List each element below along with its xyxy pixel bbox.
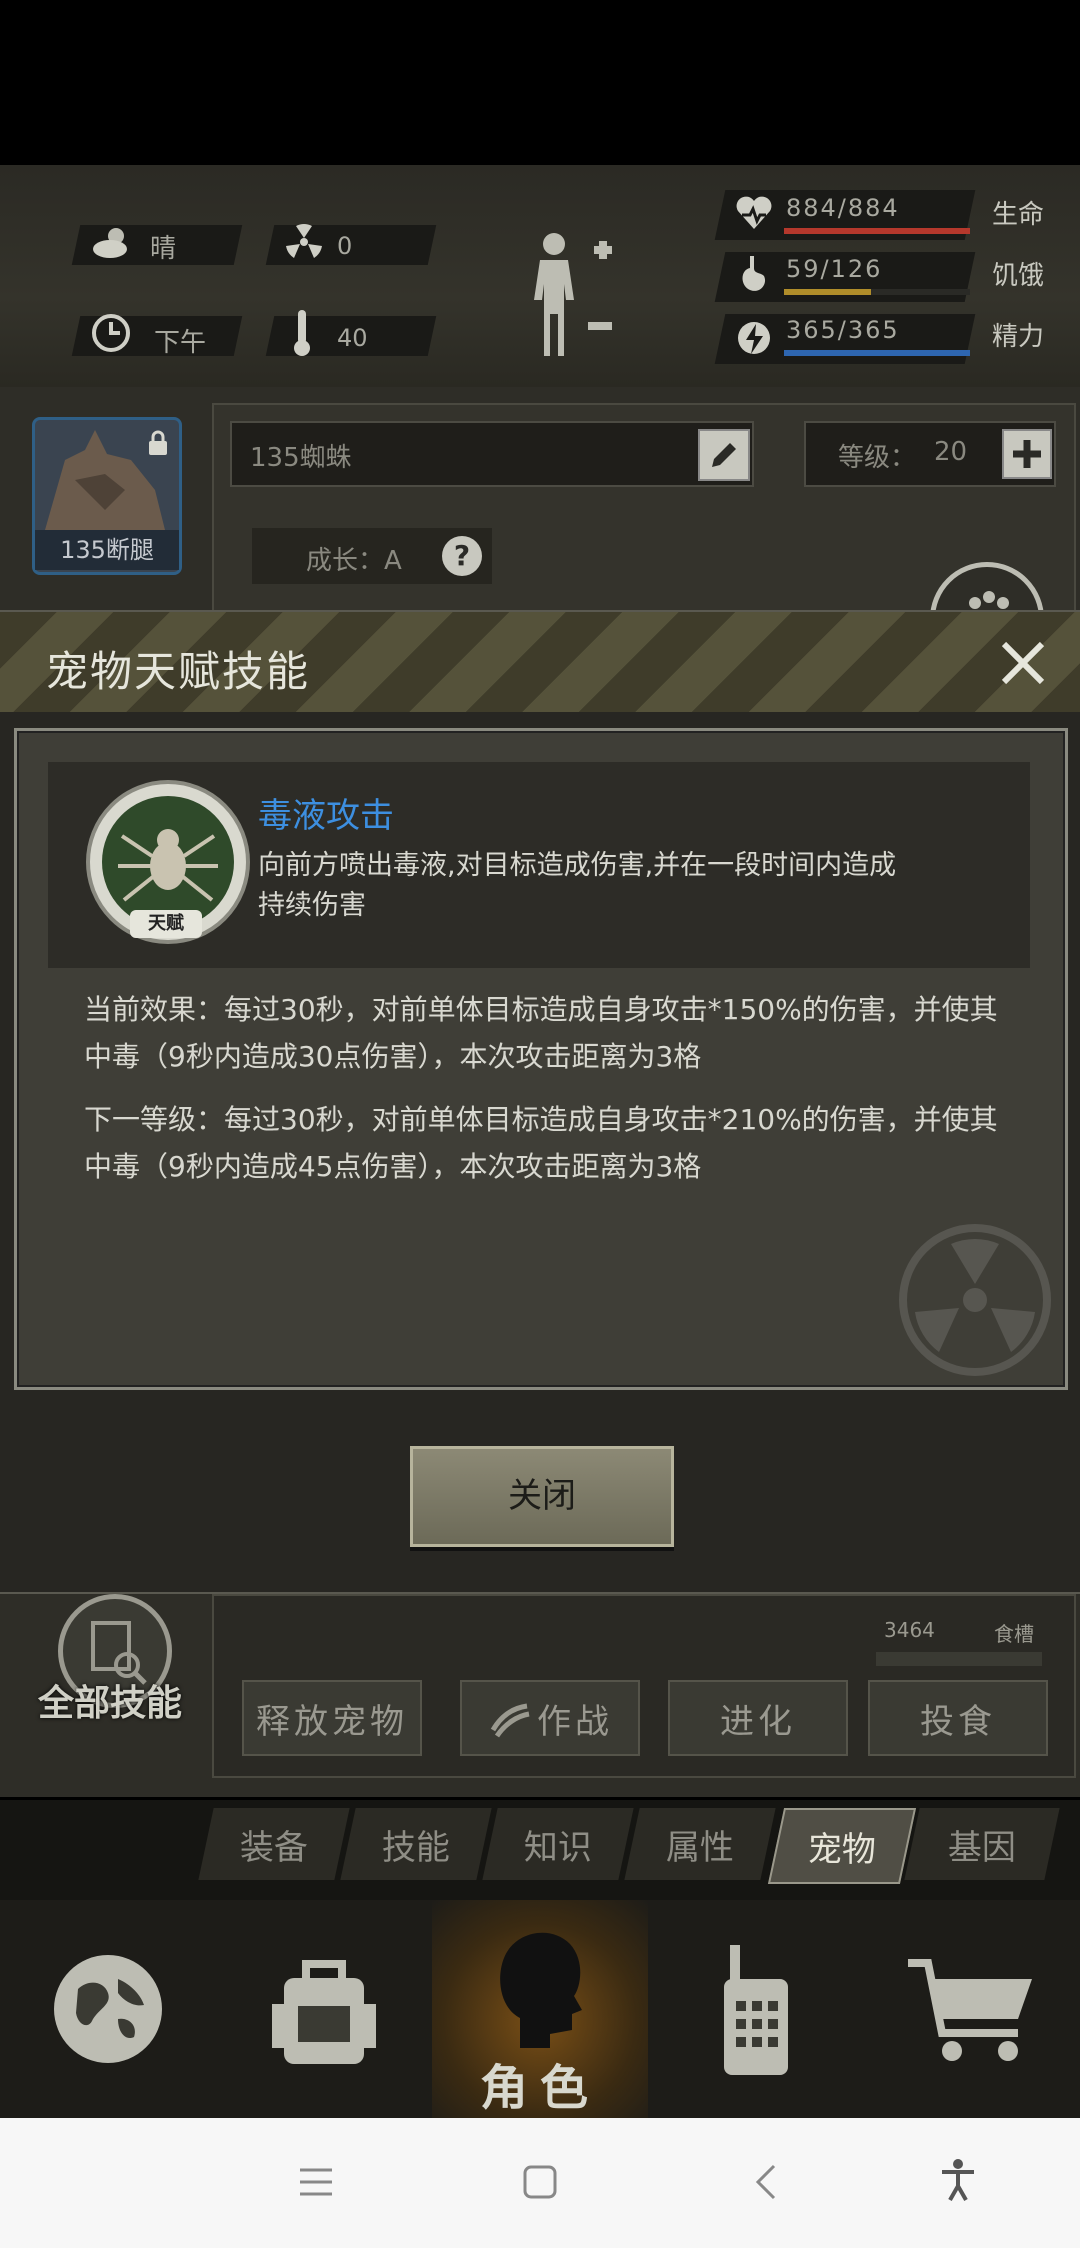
- help-icon[interactable]: ?: [442, 536, 482, 576]
- current-effect-line: 当前效果：每过30秒，对前单体目标造成自身攻击*150%的伤害，并使其: [84, 993, 998, 1026]
- tab-label: 基因: [948, 1827, 1016, 1868]
- tab-label: 宠物: [808, 1829, 876, 1870]
- close-button[interactable]: 关闭: [410, 1446, 674, 1547]
- hunger-bar: [784, 289, 970, 295]
- body-status-icon[interactable]: [520, 230, 620, 364]
- heart-icon: [734, 193, 774, 237]
- home-icon[interactable]: [522, 2164, 558, 2204]
- all-skills-label: 全部技能: [38, 1683, 183, 1724]
- pencil-icon: [712, 443, 736, 467]
- backpack-icon: [272, 1960, 376, 2064]
- character-head-icon: [500, 1932, 582, 2048]
- thermometer-icon: [290, 308, 314, 362]
- claw-icon: [490, 1703, 530, 1738]
- walkie-talkie-icon: [724, 1945, 788, 2075]
- time-text: 下午: [154, 328, 207, 358]
- next-level-line: 下一等级：每过30秒，对前单体目标造成自身攻击*210%的伤害，并使其: [84, 1103, 998, 1136]
- sun-cloud-icon: [90, 222, 134, 266]
- cart-icon: [908, 1959, 1032, 2061]
- nav-character[interactable]: 角色: [432, 1900, 648, 2118]
- pet-name-field[interactable]: 135蜘蛛: [230, 421, 754, 487]
- energy-value: 365/365: [786, 316, 900, 344]
- tab-attributes[interactable]: 属性: [624, 1808, 776, 1880]
- close-button-label: 关闭: [508, 1476, 576, 1516]
- lock-icon: [147, 430, 169, 460]
- next-level-text: 下一等级：每过30秒，对前单体目标造成自身攻击*210%的伤害，并使其 中毒（9…: [84, 1096, 998, 1190]
- nav-radio[interactable]: [648, 1900, 864, 2118]
- pet-level-box: 等级： 20: [804, 421, 1056, 487]
- skill-description: 向前方喷出毒液,对目标造成伤害,并在一段时间内造成 持续伤害: [258, 846, 896, 926]
- release-pet-label: 释放宠物: [256, 1701, 408, 1742]
- battle-label: 作战: [537, 1701, 613, 1742]
- hunger-label: 饥饿: [992, 261, 1045, 291]
- health-bar: [784, 228, 970, 234]
- tab-pet[interactable]: 宠物: [767, 1808, 917, 1884]
- growth-box: 成长：A ?: [252, 528, 492, 584]
- skill-icon-frame: 天赋: [86, 780, 250, 944]
- nav-backpack[interactable]: [216, 1900, 432, 2118]
- tab-label: 装备: [240, 1827, 308, 1868]
- health-value: 884/884: [786, 194, 900, 222]
- clock-icon: [90, 312, 132, 358]
- stomach-icon: [736, 254, 772, 300]
- food-slot-label: 食槽: [994, 1622, 1034, 1646]
- feed-label: 投食: [920, 1701, 996, 1742]
- recent-apps-icon[interactable]: [296, 2164, 336, 2204]
- level-up-button[interactable]: [1002, 429, 1052, 479]
- evolve-button[interactable]: 进化: [668, 1680, 848, 1756]
- nav-world[interactable]: [0, 1900, 216, 2118]
- next-level-line: 中毒（9秒内造成45点伤害），本次攻击距离为3格: [84, 1150, 702, 1183]
- energy-bar: [784, 350, 970, 356]
- battle-button[interactable]: 作战: [460, 1680, 640, 1756]
- close-icon: [1001, 641, 1045, 685]
- temperature-value: 40: [337, 324, 368, 352]
- tab-equipment[interactable]: 装备: [198, 1808, 350, 1880]
- nav-shop[interactable]: [864, 1900, 1080, 2118]
- level-value: 20: [934, 437, 968, 467]
- energy-label: 精力: [992, 322, 1045, 352]
- food-slot-bar: [876, 1652, 1042, 1666]
- skill-name: 毒液攻击: [258, 796, 394, 836]
- evolve-label: 进化: [720, 1701, 796, 1742]
- talent-badge: 天赋: [130, 910, 202, 938]
- hunger-value: 59/126: [786, 255, 883, 283]
- level-label: 等级：: [838, 443, 917, 473]
- tab-knowledge[interactable]: 知识: [482, 1808, 634, 1880]
- tab-label: 属性: [666, 1827, 734, 1868]
- radiation-value: 0: [337, 232, 353, 260]
- tab-genes[interactable]: 基因: [904, 1808, 1060, 1880]
- feed-button[interactable]: 投食: [868, 1680, 1048, 1756]
- plus-icon: [1013, 440, 1041, 468]
- back-icon[interactable]: [752, 2162, 782, 2206]
- tab-label: 技能: [382, 1827, 450, 1868]
- food-slot-value: 3464: [884, 1618, 935, 1642]
- edit-name-button[interactable]: [698, 429, 750, 481]
- tab-skills[interactable]: 技能: [340, 1808, 492, 1880]
- pet-avatar-label: 135断腿: [35, 530, 179, 570]
- pet-avatar-card[interactable]: 135断腿: [32, 417, 182, 575]
- current-effect-line: 中毒（9秒内造成30点伤害），本次攻击距离为3格: [84, 1040, 702, 1073]
- nav-character-label: 角色: [479, 2060, 600, 2116]
- radiation-watermark-icon: [890, 1220, 1060, 1384]
- modal-close-x-button[interactable]: [996, 636, 1050, 690]
- current-effect-text: 当前效果：每过30秒，对前单体目标造成自身攻击*150%的伤害，并使其 中毒（9…: [84, 986, 998, 1080]
- skill-description-line: 持续伤害: [258, 890, 366, 921]
- modal-title: 宠物天赋技能: [46, 647, 311, 696]
- system-status-bar: [0, 0, 1080, 165]
- spider-icon: [102, 796, 234, 928]
- pet-name-text: 135蜘蛛: [250, 443, 352, 473]
- health-label: 生命: [992, 200, 1045, 230]
- globe-icon: [54, 1955, 162, 2063]
- radiation-icon: [284, 222, 324, 266]
- release-pet-button[interactable]: 释放宠物: [242, 1680, 422, 1756]
- growth-text: 成长：A: [306, 546, 402, 576]
- tab-label: 知识: [524, 1827, 592, 1868]
- accessibility-icon[interactable]: [938, 2158, 978, 2206]
- weather-text: 晴: [150, 234, 177, 264]
- energy-icon: [736, 316, 772, 364]
- skill-description-line: 向前方喷出毒液,对目标造成伤害,并在一段时间内造成: [258, 850, 897, 881]
